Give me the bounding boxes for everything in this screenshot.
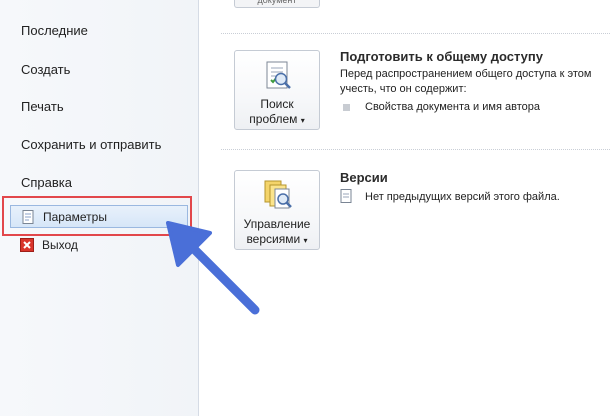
- sidebar-item-print[interactable]: Печать: [21, 99, 64, 114]
- versions-desc: Нет предыдущих версий этого файла.: [365, 191, 560, 203]
- check-issues-label-2: проблем ▾: [249, 112, 305, 126]
- pointer-arrow-icon: [166, 221, 260, 315]
- versions-section-title: Версии: [340, 170, 388, 185]
- exit-label: Выход: [42, 237, 78, 252]
- chevron-down-icon: ▾: [303, 236, 308, 245]
- backstage-sidebar: Последние Создать Печать Сохранить и отп…: [0, 0, 199, 416]
- sidebar-item-help[interactable]: Справка: [21, 175, 72, 190]
- sidebar-item-recent[interactable]: Последние: [21, 23, 88, 38]
- sidebar-item-new[interactable]: Создать: [21, 62, 70, 77]
- share-bullet-text: Свойства документа и имя автора: [365, 101, 540, 113]
- version-file-icon: [340, 189, 352, 206]
- section-divider: [221, 149, 610, 150]
- sidebar-item-save-send[interactable]: Сохранить и отправить: [21, 137, 161, 152]
- section-divider: [221, 33, 610, 34]
- versions-icon: [262, 179, 294, 211]
- check-issues-button[interactable]: Поиск проблем ▾: [234, 50, 320, 130]
- share-section-desc-2: учесть, что он содержит:: [340, 83, 467, 95]
- share-section-desc-1: Перед распространением общего доступа к …: [340, 68, 592, 80]
- check-issues-label-1: Поиск: [260, 97, 294, 111]
- share-section-title: Подготовить к общему доступу: [340, 49, 543, 64]
- exit-icon: [20, 237, 34, 252]
- top-partial-button[interactable]: документ: [234, 0, 320, 8]
- inspect-document-icon: [262, 59, 294, 91]
- backstage-main: документ Поиск проблем ▾ Подготовить к о…: [199, 0, 610, 416]
- bullet-icon: [343, 104, 350, 111]
- chevron-down-icon: ▾: [300, 116, 305, 125]
